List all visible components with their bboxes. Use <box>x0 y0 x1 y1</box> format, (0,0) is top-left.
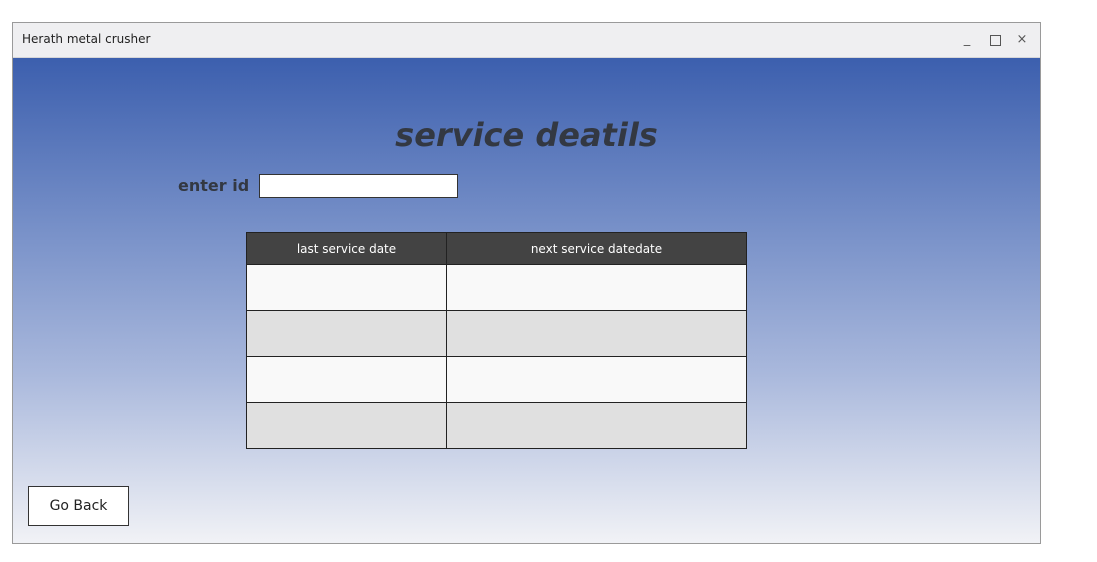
page-title: service deatils <box>395 116 658 154</box>
service-table: last service date next service datedate <box>246 232 747 449</box>
id-label: enter id <box>178 176 250 195</box>
table-cell[interactable] <box>246 310 447 357</box>
main-panel: service deatils enter id last service da… <box>13 58 1040 543</box>
maximize-icon <box>989 35 1001 46</box>
close-button[interactable]: × <box>1012 30 1032 50</box>
table-row[interactable] <box>246 264 747 311</box>
minimize-button[interactable]: _ <box>957 30 977 50</box>
table-row[interactable] <box>246 402 747 449</box>
table-row[interactable] <box>246 356 747 403</box>
table-header-row: last service date next service datedate <box>246 232 747 265</box>
table-row[interactable] <box>246 310 747 357</box>
title-bar[interactable]: Herath metal crusher _ × <box>13 23 1040 58</box>
table-cell[interactable] <box>446 310 747 357</box>
id-input[interactable] <box>259 174 458 198</box>
table-cell[interactable] <box>446 356 747 403</box>
window-title: Herath metal crusher <box>22 32 151 46</box>
column-header-next-service-date[interactable]: next service datedate <box>446 232 747 265</box>
app-window: Herath metal crusher _ × service deatils… <box>12 22 1041 544</box>
column-header-last-service-date[interactable]: last service date <box>246 232 447 265</box>
table-cell[interactable] <box>446 402 747 449</box>
table-cell[interactable] <box>246 264 447 311</box>
go-back-button[interactable]: Go Back <box>28 486 129 526</box>
maximize-button[interactable] <box>985 30 1005 50</box>
table-cell[interactable] <box>246 356 447 403</box>
table-cell[interactable] <box>246 402 447 449</box>
table-cell[interactable] <box>446 264 747 311</box>
